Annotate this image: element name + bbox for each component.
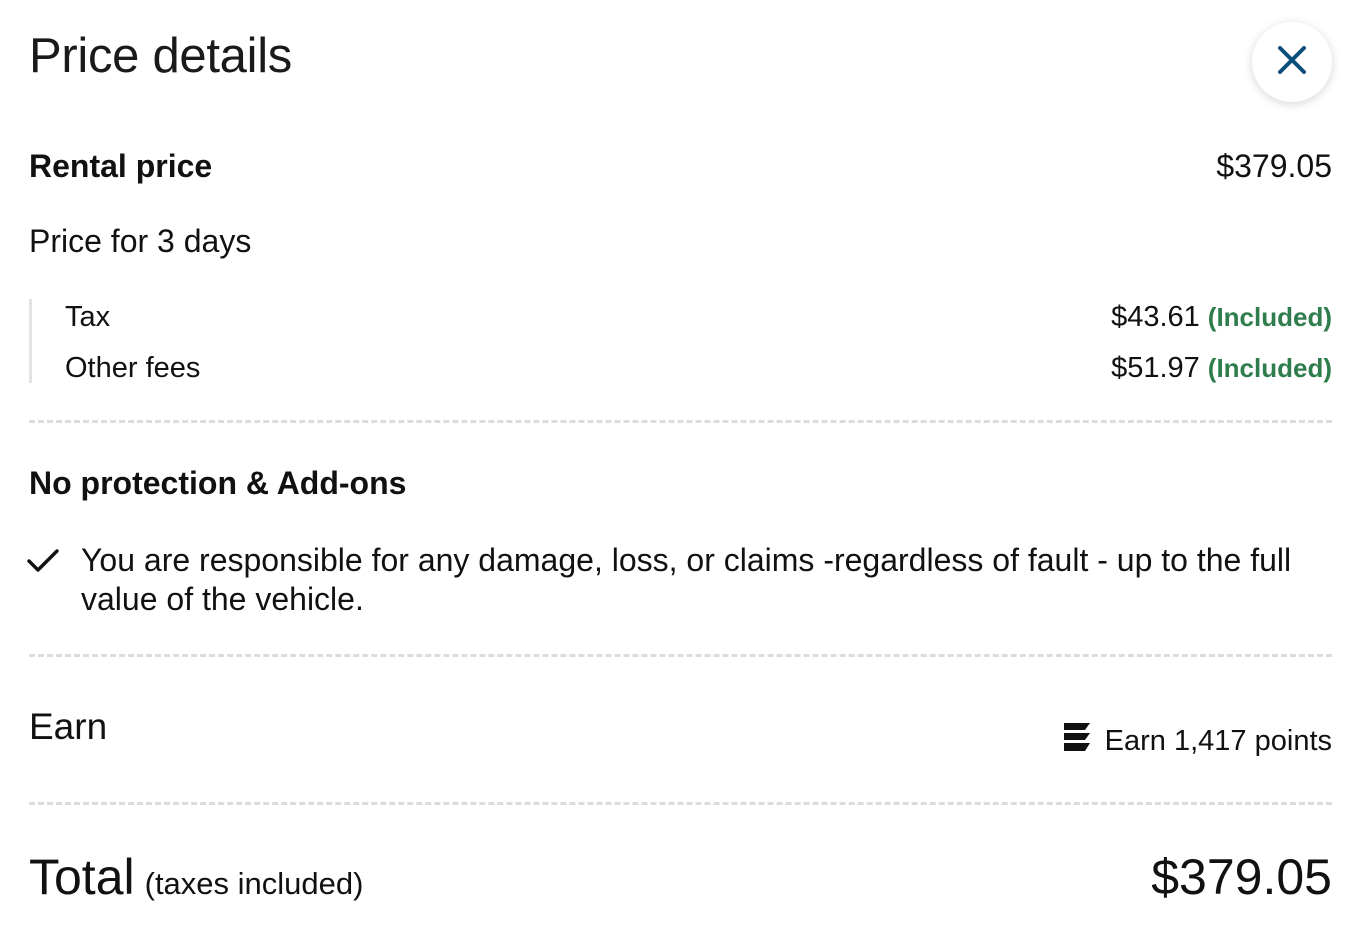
fee-amount: $51.97 [1111, 351, 1200, 384]
fee-row-tax: Tax $43.61 (Included) [65, 299, 1332, 335]
earn-points-text: Earn 1,417 points [1104, 724, 1332, 757]
protection-item-text: You are responsible for any damage, loss… [81, 542, 1292, 617]
rental-duration-label: Price for 3 days [29, 223, 252, 259]
rental-price-row: Rental price $379.05 [29, 148, 1332, 185]
fees-breakdown: Tax $43.61 (Included) Other fees $51.97 (I… [29, 299, 1332, 386]
earn-points: Earn 1,417 points [1061, 721, 1332, 761]
protection-item: You are responsible for any damage, loss… [27, 541, 1332, 619]
protection-heading: No protection & Add-ons [29, 465, 407, 501]
total-amount: $379.05 [1151, 849, 1332, 905]
close-icon [1277, 45, 1307, 80]
fee-label: Tax [65, 300, 111, 333]
fee-row-other: Other fees $51.97 (Included) [65, 350, 1332, 386]
rental-price-amount: $379.05 [1216, 148, 1332, 184]
rental-duration-row: Price for 3 days [29, 223, 1332, 260]
included-badge: (Included) [1207, 301, 1332, 332]
total-label: Total [29, 849, 135, 905]
fee-amount: $43.61 [1111, 300, 1200, 333]
included-badge: (Included) [1207, 352, 1332, 383]
close-button[interactable] [1252, 22, 1332, 102]
section-divider [29, 802, 1332, 805]
protection-heading-row: No protection & Add-ons [29, 465, 1332, 502]
page-title: Price details [29, 29, 292, 83]
fee-value: $43.61 (Included) [1111, 301, 1332, 334]
fee-label: Other fees [65, 351, 201, 384]
rental-price-label: Rental price [29, 148, 213, 184]
total-label-group: Total (taxes included) [29, 848, 363, 906]
checkmark-icon [27, 548, 59, 579]
earn-label: Earn [29, 706, 108, 747]
total-sublabel: (taxes included) [144, 866, 364, 901]
section-divider [29, 654, 1332, 657]
total-row: Total (taxes included) $379.05 [29, 848, 1332, 906]
fee-value: $51.97 (Included) [1111, 352, 1332, 385]
points-logo-icon [1061, 721, 1105, 761]
section-divider [29, 420, 1332, 423]
